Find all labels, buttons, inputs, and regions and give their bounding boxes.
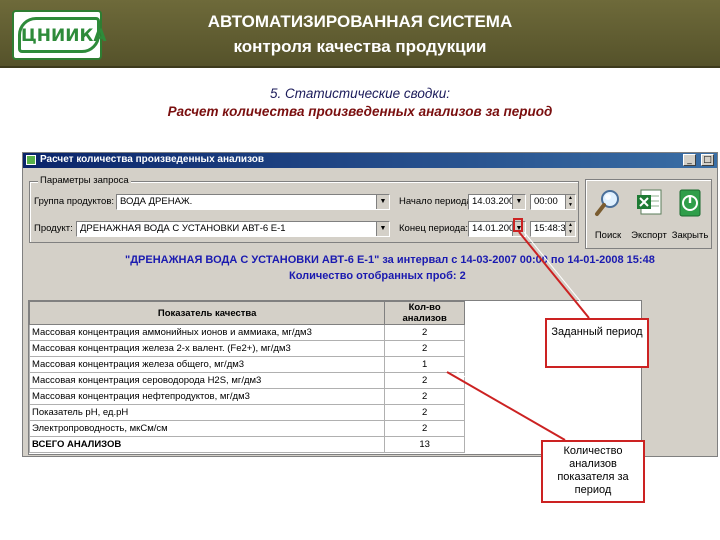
product-label: Продукт: xyxy=(34,223,73,234)
company-logo: ЦНИИКА xyxy=(12,10,107,60)
header-title: АВТОМАТИЗИРОВАННАЯ СИСТЕМА xyxy=(207,12,513,31)
end-time-field[interactable]: 15:48:37 ▲ ▼ xyxy=(530,221,576,237)
product-select[interactable]: ДРЕНАЖНАЯ ВОДА С УСТАНОВКИ АВТ-6 Е-1 ▼ xyxy=(76,221,390,237)
table-row[interactable]: Массовая концентрация железа 2-х валент.… xyxy=(28,340,465,357)
total-label: ВСЕГО АНАЛИЗОВ xyxy=(28,436,386,453)
close-button[interactable]: Закрыть xyxy=(672,186,708,246)
count-cell[interactable]: 2 xyxy=(384,420,465,437)
header-subtitle: контроля качества продукции xyxy=(233,37,487,56)
count-callout-line2: анализов xyxy=(569,458,617,470)
window-title: Расчет количества произведенных анализов xyxy=(40,154,265,165)
logo-text: ЦНИИКА xyxy=(21,26,107,46)
magnifier-icon xyxy=(595,190,619,216)
count-callout-line3: показателя за xyxy=(557,471,629,483)
export-button[interactable]: Экспорт xyxy=(631,186,667,246)
indicator-cell[interactable]: Массовая концентрация нефтепродуктов, мг… xyxy=(28,388,386,405)
slide-header: ЦНИИКА АВТОМАТИЗИРОВАННАЯ СИСТЕМА контро… xyxy=(0,0,720,68)
total-row[interactable]: ВСЕГО АНАЛИЗОВ 13 xyxy=(28,436,465,453)
product-group-label: Группа продуктов: xyxy=(34,196,115,207)
app-window: Расчет количества произведенных анализов… xyxy=(22,152,718,457)
app-icon xyxy=(26,155,36,165)
indicator-cell[interactable]: Массовая концентрация аммонийных ионов и… xyxy=(28,324,386,341)
samples-count: Количество отобранных проб: 2 xyxy=(289,270,466,282)
start-date-field[interactable]: 14.03.2007 ▼ xyxy=(468,194,526,210)
count-callout-line4: период xyxy=(574,484,612,496)
count-cell[interactable]: 2 xyxy=(384,372,465,389)
window-titlebar[interactable]: Расчет количества произведенных анализов… xyxy=(23,153,717,168)
count-cell[interactable]: 1 xyxy=(384,356,465,373)
count-callout-line1: Количество xyxy=(563,445,623,457)
indicator-cell[interactable]: Массовая концентрация железа общего, мг/… xyxy=(28,356,386,373)
product-group-select[interactable]: ВОДА ДРЕНАЖ. ▼ xyxy=(116,194,390,210)
table-row[interactable]: Электропроводность, мкСм/см 2 xyxy=(28,420,465,437)
results-grid: Показатель качества Кол-во анализов Масс… xyxy=(28,301,465,453)
start-time-field[interactable]: 00:00 ▲ ▼ xyxy=(530,194,576,210)
count-cell[interactable]: 2 xyxy=(384,340,465,357)
search-label: Поиск xyxy=(594,230,622,241)
spin-arrows-icon[interactable]: ▲ ▼ xyxy=(565,195,575,209)
total-count: 13 xyxy=(384,436,465,453)
exit-icon xyxy=(679,189,701,217)
maximize-button[interactable]: □ xyxy=(701,154,714,166)
close-label: Закрыть xyxy=(671,230,709,241)
chevron-down-icon[interactable]: ▼ xyxy=(376,222,389,236)
logo-badge: ЦНИИКА xyxy=(18,17,107,53)
indicator-cell[interactable]: Массовая концентрация сероводорода H2S, … xyxy=(28,372,386,389)
start-time-value: 00:00 xyxy=(534,196,558,207)
indicator-cell[interactable]: Массовая концентрация железа 2-х валент.… xyxy=(28,340,386,357)
spin-arrows-icon[interactable]: ▲ ▼ xyxy=(565,222,575,236)
search-button[interactable]: Поиск xyxy=(590,186,626,246)
count-callout: Количество анализов показателя за период xyxy=(541,440,645,503)
calendar-dropdown-icon[interactable]: ▼ xyxy=(512,195,525,209)
minimize-button[interactable]: _ xyxy=(683,154,696,166)
query-summary: "ДРЕНАЖНАЯ ВОДА С УСТАНОВКИ АВТ-6 Е-1" з… xyxy=(125,254,655,266)
section-subtitle: Расчет количества произведенных анализов… xyxy=(167,104,553,119)
indicator-cell[interactable]: Показатель pH, ед.pH xyxy=(28,404,386,421)
table-row[interactable]: Массовая концентрация нефтепродуктов, мг… xyxy=(28,388,465,405)
table-row[interactable]: Массовая концентрация железа общего, мг/… xyxy=(28,356,465,373)
query-params-legend: Параметры запроса xyxy=(38,175,131,186)
end-period-label: Конец периода: xyxy=(399,223,468,234)
period-callout: Заданный период xyxy=(545,318,649,368)
start-period-label: Начало периода: xyxy=(399,196,475,207)
product-value: ДРЕНАЖНАЯ ВОДА С УСТАНОВКИ АВТ-6 Е-1 xyxy=(80,223,286,234)
export-label: Экспорт xyxy=(631,230,667,241)
section-title: 5. Статистические сводки: xyxy=(270,86,450,101)
table-row[interactable]: Массовая концентрация сероводорода H2S, … xyxy=(28,372,465,389)
query-params-group: Параметры запроса Группа продуктов: ВОДА… xyxy=(29,175,579,243)
count-cell[interactable]: 2 xyxy=(384,404,465,421)
column-header-indicator[interactable]: Показатель качества xyxy=(28,301,386,325)
chevron-down-icon[interactable]: ▼ xyxy=(376,195,389,209)
count-cell[interactable]: 2 xyxy=(384,324,465,341)
period-callout-text: Заданный период xyxy=(551,326,643,338)
table-row[interactable]: Массовая концентрация аммонийных ионов и… xyxy=(28,324,465,341)
table-row[interactable]: Показатель pH, ед.pH 2 xyxy=(28,404,465,421)
toolbar: Поиск Экспорт Закрыть xyxy=(585,179,712,249)
period-highlight xyxy=(513,218,523,232)
column-header-count[interactable]: Кол-во анализов xyxy=(384,301,465,325)
product-group-value: ВОДА ДРЕНАЖ. xyxy=(120,196,193,207)
indicator-cell[interactable]: Электропроводность, мкСм/см xyxy=(28,420,386,437)
excel-icon xyxy=(637,189,662,215)
count-cell[interactable]: 2 xyxy=(384,388,465,405)
